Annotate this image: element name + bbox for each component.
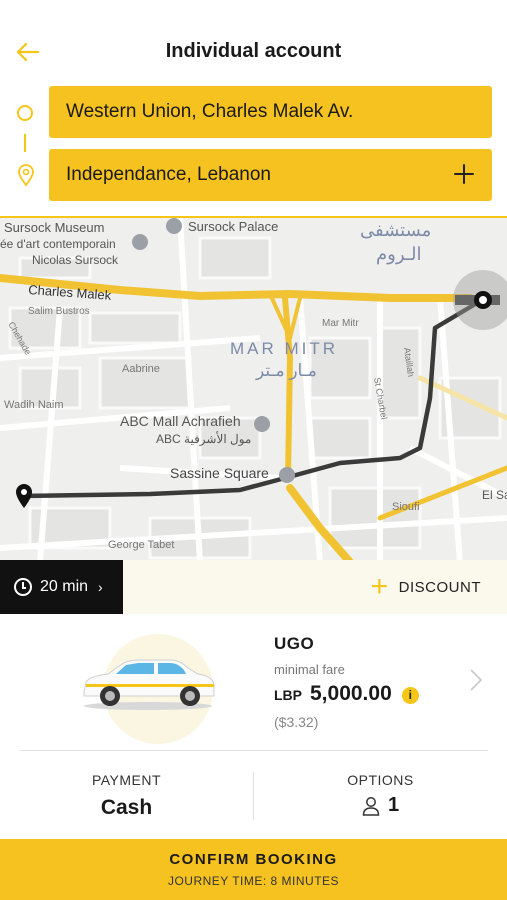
route-map[interactable]: Sursock Museum ée d'art contemporain Nic… (0, 216, 507, 560)
info-icon[interactable]: i (401, 687, 419, 704)
options-label: OPTIONS (347, 772, 414, 788)
car-icon (83, 659, 215, 710)
payment-label: PAYMENT (91, 772, 162, 788)
passenger-count: 1 (254, 794, 507, 817)
journey-time: JOURNEY TIME: 8 MINUTES (167, 874, 340, 888)
plus-icon[interactable] (452, 162, 476, 186)
map-label: Aabrine (122, 363, 160, 375)
map-label: Salim Bustros (28, 306, 90, 317)
vehicle-subtitle: minimal fare (274, 662, 345, 677)
map-label: Wadih Naim (4, 399, 64, 411)
price: LBP 5,000.00 i (274, 682, 419, 706)
map-label: Sursock Palace (188, 219, 278, 234)
map-label: Sioufi (392, 501, 420, 513)
origin-dot-icon (17, 105, 33, 121)
clock-icon (14, 578, 32, 596)
confirm-label: CONFIRM BOOKING (169, 851, 338, 868)
map-label: مستشفى (360, 220, 431, 240)
trip-info-bar: 20 min › + DISCOUNT (0, 560, 507, 614)
map-label: George Tabet (108, 539, 174, 551)
chevron-right-icon: › (98, 579, 103, 595)
vehicle-name: UGO (274, 634, 315, 653)
chevron-right-icon (470, 669, 483, 691)
payment-value: Cash (100, 796, 153, 819)
map-label: Sursock Museum (4, 220, 104, 235)
destination-field[interactable]: Independance, Lebanon (49, 149, 492, 201)
discount-button[interactable]: + DISCOUNT (371, 560, 481, 614)
payment-selector[interactable]: PAYMENT Cash (0, 760, 253, 838)
origin-field[interactable]: Western Union, Charles Malek Av. (49, 86, 492, 138)
map-label: ABC Mall Achrafieh (120, 413, 241, 429)
map-label: Sassine Square (170, 465, 269, 481)
price-currency: LBP (274, 687, 302, 703)
map-label: ABC مول الأشرفية (156, 431, 251, 446)
price-usd: ($3.32) (274, 714, 319, 730)
map-label: MAR MITR (230, 339, 338, 358)
map-label: مـار مـتر (255, 361, 317, 381)
map-label: Mar Mitr (322, 318, 359, 329)
price-amount: 5,000.00 (310, 682, 392, 705)
plus-icon: + (370, 570, 389, 603)
page-title: Individual account (165, 40, 342, 62)
divider (20, 750, 488, 751)
options-value: 1 (387, 794, 400, 816)
confirm-booking-button[interactable]: CONFIRM BOOKING JOURNEY TIME: 8 MINUTES (0, 839, 507, 900)
destination-text: Independance, Lebanon (66, 164, 271, 185)
options-selector[interactable]: OPTIONS 1 (254, 760, 507, 838)
eta-label: 20 min (40, 578, 89, 595)
origin-text: Western Union, Charles Malek Av. (66, 101, 354, 122)
location-pin-icon (18, 164, 34, 187)
map-canvas: Sursock Museum ée d'art contemporain Nic… (0, 218, 507, 560)
vehicle-option[interactable]: UGO minimal fare LBP 5,000.00 i ($3.32) (0, 614, 507, 749)
map-label: ée d'art contemporain (0, 237, 116, 251)
map-label: El Sa (482, 488, 507, 502)
route-indicator (14, 100, 38, 200)
map-label: الـروم (376, 244, 422, 265)
map-label: Nicolas Sursock (32, 253, 119, 267)
route-connector (24, 134, 26, 152)
person-icon (362, 796, 380, 816)
discount-label: DISCOUNT (398, 578, 481, 596)
eta-button[interactable]: 20 min › (0, 560, 123, 614)
